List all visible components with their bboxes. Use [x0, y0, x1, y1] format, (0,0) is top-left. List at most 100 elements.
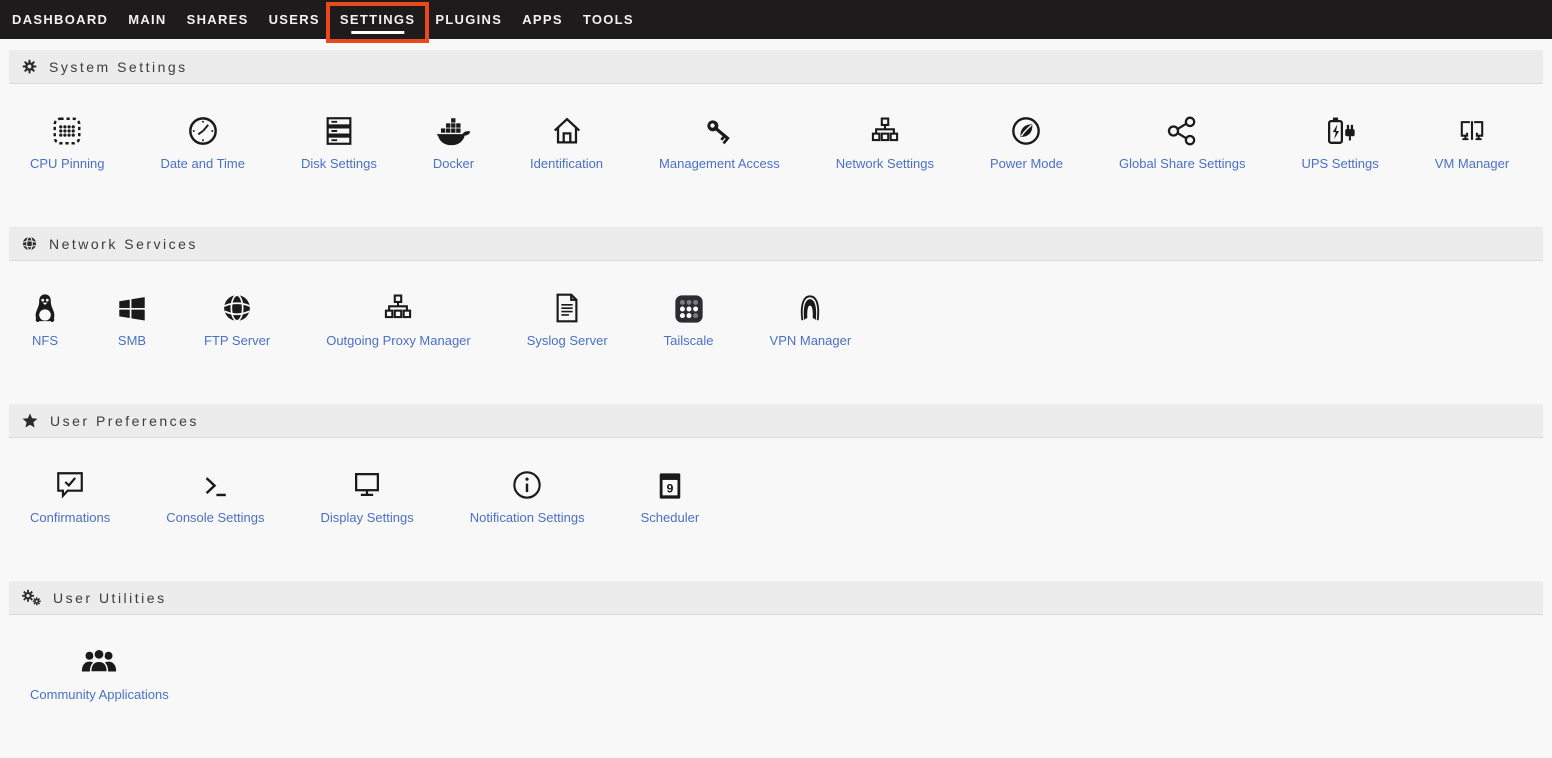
- nav-item-label: MAIN: [128, 12, 166, 27]
- tile-power-mode[interactable]: Power Mode: [962, 110, 1091, 171]
- tile-label[interactable]: Scheduler: [641, 510, 700, 525]
- tile-docker[interactable]: Docker: [405, 110, 502, 171]
- calendar-icon[interactable]: 9: [656, 464, 684, 502]
- tile-label[interactable]: Identification: [530, 156, 603, 171]
- nav-item-tools[interactable]: TOOLS: [573, 0, 644, 39]
- dual-monitor-icon[interactable]: [1455, 110, 1489, 148]
- terminal-icon[interactable]: [198, 464, 232, 502]
- users-icon[interactable]: [79, 641, 119, 679]
- tile-label[interactable]: NFS: [32, 333, 58, 348]
- svg-text:9: 9: [667, 481, 674, 495]
- tile-label[interactable]: VM Manager: [1435, 156, 1509, 171]
- tile-label[interactable]: VPN Manager: [770, 333, 852, 348]
- home-icon[interactable]: [550, 110, 584, 148]
- nav-item-label: PLUGINS: [435, 12, 502, 27]
- tile-label[interactable]: SMB: [118, 333, 146, 348]
- tile-label[interactable]: Community Applications: [30, 687, 169, 702]
- key-icon[interactable]: [702, 110, 736, 148]
- tile-label[interactable]: Tailscale: [664, 333, 714, 348]
- tile-identification[interactable]: Identification: [502, 110, 631, 171]
- section-header: User Preferences: [9, 404, 1543, 438]
- tile-scheduler[interactable]: 9 Scheduler: [613, 464, 728, 525]
- nav-item-label: DASHBOARD: [12, 12, 108, 27]
- battery-plug-icon[interactable]: [1322, 110, 1358, 148]
- tile-label[interactable]: Management Access: [659, 156, 780, 171]
- leaf-circle-icon[interactable]: [1009, 110, 1043, 148]
- tile-cpu-pinning[interactable]: CPU Pinning: [2, 110, 132, 171]
- vpn-hood-icon[interactable]: [795, 287, 825, 325]
- section-system-settings: System Settings CPU Pinning Date and Time D…: [0, 50, 1552, 227]
- tile-syslog-server[interactable]: Syslog Server: [499, 287, 636, 348]
- section-title: User Utilities: [53, 590, 167, 606]
- clock-icon[interactable]: [186, 110, 220, 148]
- tile-notification-settings[interactable]: Notification Settings: [442, 464, 613, 525]
- nav-item-plugins[interactable]: PLUGINS: [425, 0, 512, 39]
- nav-item-apps[interactable]: APPS: [512, 0, 573, 39]
- cpu-pinning-icon[interactable]: [50, 110, 84, 148]
- section-header: User Utilities: [9, 581, 1543, 615]
- tile-disk-settings[interactable]: Disk Settings: [273, 110, 405, 171]
- section-header: System Settings: [9, 50, 1543, 84]
- tile-label[interactable]: CPU Pinning: [30, 156, 104, 171]
- nav-item-shares[interactable]: SHARES: [177, 0, 259, 39]
- tailscale-icon[interactable]: [673, 287, 705, 325]
- tile-network-settings[interactable]: Network Settings: [808, 110, 962, 171]
- nav-item-dashboard[interactable]: DASHBOARD: [2, 0, 118, 39]
- tile-vpn-manager[interactable]: VPN Manager: [742, 287, 880, 348]
- tile-global-share-settings[interactable]: Global Share Settings: [1091, 110, 1273, 171]
- tile-label[interactable]: Syslog Server: [527, 333, 608, 348]
- tile-vm-manager[interactable]: VM Manager: [1407, 110, 1537, 171]
- tile-label[interactable]: Global Share Settings: [1119, 156, 1245, 171]
- globe-icon: [22, 236, 37, 251]
- tile-community-applications[interactable]: Community Applications: [2, 641, 197, 702]
- tile-label[interactable]: Network Settings: [836, 156, 934, 171]
- comment-check-icon[interactable]: [54, 464, 86, 502]
- nav-item-main[interactable]: MAIN: [118, 0, 176, 39]
- tile-ups-settings[interactable]: UPS Settings: [1273, 110, 1406, 171]
- globe-solid-icon[interactable]: [220, 287, 254, 325]
- tile-console-settings[interactable]: Console Settings: [138, 464, 292, 525]
- tile-label[interactable]: Outgoing Proxy Manager: [326, 333, 471, 348]
- monitor-icon[interactable]: [350, 464, 384, 502]
- info-circle-icon[interactable]: [510, 464, 544, 502]
- tile-date-and-time[interactable]: Date and Time: [132, 110, 273, 171]
- tile-label[interactable]: Confirmations: [30, 510, 110, 525]
- tile-label[interactable]: Disk Settings: [301, 156, 377, 171]
- share-nodes-icon[interactable]: [1165, 110, 1199, 148]
- tile-label[interactable]: Display Settings: [320, 510, 413, 525]
- tile-label[interactable]: Console Settings: [166, 510, 264, 525]
- linux-tux-icon[interactable]: [30, 287, 60, 325]
- section-title: User Preferences: [50, 413, 199, 429]
- tile-smb[interactable]: SMB: [88, 287, 176, 348]
- nav-item-label: USERS: [269, 12, 320, 27]
- nav-item-settings[interactable]: SETTINGS: [330, 0, 425, 39]
- tile-confirmations[interactable]: Confirmations: [2, 464, 138, 525]
- tile-management-access[interactable]: Management Access: [631, 110, 808, 171]
- section-user-utilities: User Utilities Community Applications: [0, 581, 1552, 758]
- windows-icon[interactable]: [116, 287, 148, 325]
- gear-icon: [22, 59, 37, 74]
- gears-icon: [22, 589, 41, 606]
- nav-item-users[interactable]: USERS: [259, 0, 330, 39]
- tile-outgoing-proxy-manager[interactable]: Outgoing Proxy Manager: [298, 287, 499, 348]
- tile-label[interactable]: UPS Settings: [1301, 156, 1378, 171]
- tile-display-settings[interactable]: Display Settings: [292, 464, 441, 525]
- server-stack-icon[interactable]: [322, 110, 356, 148]
- sitemap-icon[interactable]: [868, 110, 902, 148]
- tile-label[interactable]: FTP Server: [204, 333, 270, 348]
- log-file-icon[interactable]: [552, 287, 582, 325]
- section-items: Community Applications: [0, 615, 1552, 758]
- nav-item-label: TOOLS: [583, 12, 634, 27]
- tile-label[interactable]: Notification Settings: [470, 510, 585, 525]
- tile-label[interactable]: Docker: [433, 156, 474, 171]
- tile-ftp-server[interactable]: FTP Server: [176, 287, 298, 348]
- section-title: System Settings: [49, 59, 188, 75]
- sitemap-icon[interactable]: [381, 287, 415, 325]
- tile-label[interactable]: Power Mode: [990, 156, 1063, 171]
- tile-tailscale[interactable]: Tailscale: [636, 287, 742, 348]
- tile-nfs[interactable]: NFS: [2, 287, 88, 348]
- section-title: Network Services: [49, 236, 198, 252]
- section-items: NFS SMB FTP Server Outgoing Proxy Manager Sy…: [0, 261, 1552, 404]
- docker-whale-icon[interactable]: [433, 110, 473, 148]
- tile-label[interactable]: Date and Time: [160, 156, 245, 171]
